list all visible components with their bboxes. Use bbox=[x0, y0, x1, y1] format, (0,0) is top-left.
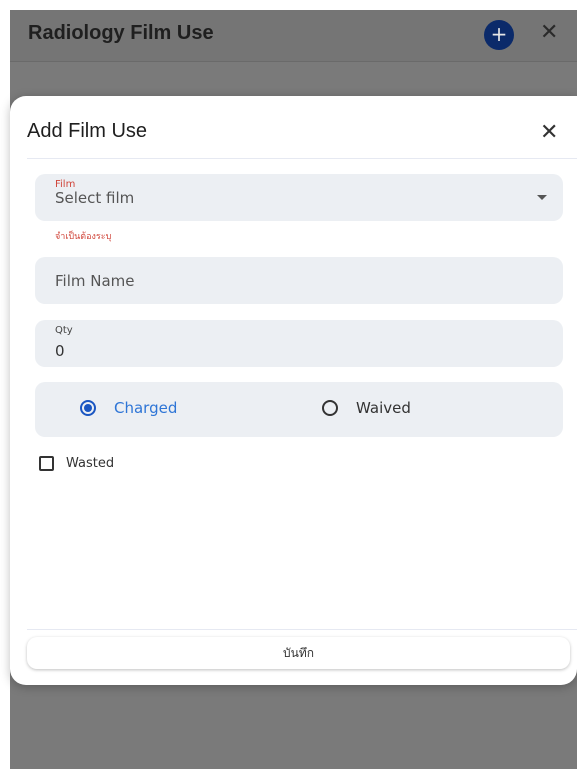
waived-radio[interactable]: Waived bbox=[322, 399, 411, 417]
plus-icon: + bbox=[490, 22, 508, 46]
waived-radio-label: Waived bbox=[356, 399, 411, 417]
dialog-footer-divider bbox=[27, 629, 577, 630]
charged-radio[interactable]: Charged bbox=[80, 399, 177, 417]
close-icon[interactable]: ✕ bbox=[540, 20, 558, 45]
radio-selected-icon bbox=[80, 400, 96, 416]
dialog-title: Add Film Use bbox=[27, 120, 148, 142]
checkbox-icon bbox=[39, 456, 54, 471]
film-select-error: จำเป็นต้องระบุ bbox=[55, 232, 112, 242]
radio-unselected-icon bbox=[322, 400, 338, 416]
save-button[interactable]: บันทึก bbox=[27, 637, 570, 669]
chevron-down-icon bbox=[537, 195, 547, 200]
film-select-placeholder: Select film bbox=[55, 189, 135, 207]
dialog-header-divider bbox=[27, 158, 577, 159]
film-name-field[interactable]: Film Name bbox=[35, 257, 563, 304]
dialog-close-icon[interactable]: ✕ bbox=[540, 120, 558, 145]
qty-value: 0 bbox=[55, 342, 65, 360]
qty-label: Qty bbox=[55, 325, 73, 336]
wasted-checkbox[interactable]: Wasted bbox=[39, 456, 114, 471]
add-film-use-dialog: Add Film Use ✕ Film Select film จำเป็นต้… bbox=[10, 96, 577, 685]
add-button[interactable]: + bbox=[484, 20, 514, 50]
charged-radio-label: Charged bbox=[114, 399, 178, 417]
wasted-checkbox-label: Wasted bbox=[66, 456, 115, 471]
background-header: Radiology Film Use + ✕ bbox=[10, 10, 577, 62]
background-title: Radiology Film Use bbox=[28, 22, 214, 44]
film-name-placeholder: Film Name bbox=[55, 272, 135, 290]
charge-option-group: Charged Waived bbox=[35, 382, 563, 437]
qty-field[interactable]: Qty 0 bbox=[35, 320, 563, 367]
film-select[interactable]: Film Select film bbox=[35, 174, 563, 221]
